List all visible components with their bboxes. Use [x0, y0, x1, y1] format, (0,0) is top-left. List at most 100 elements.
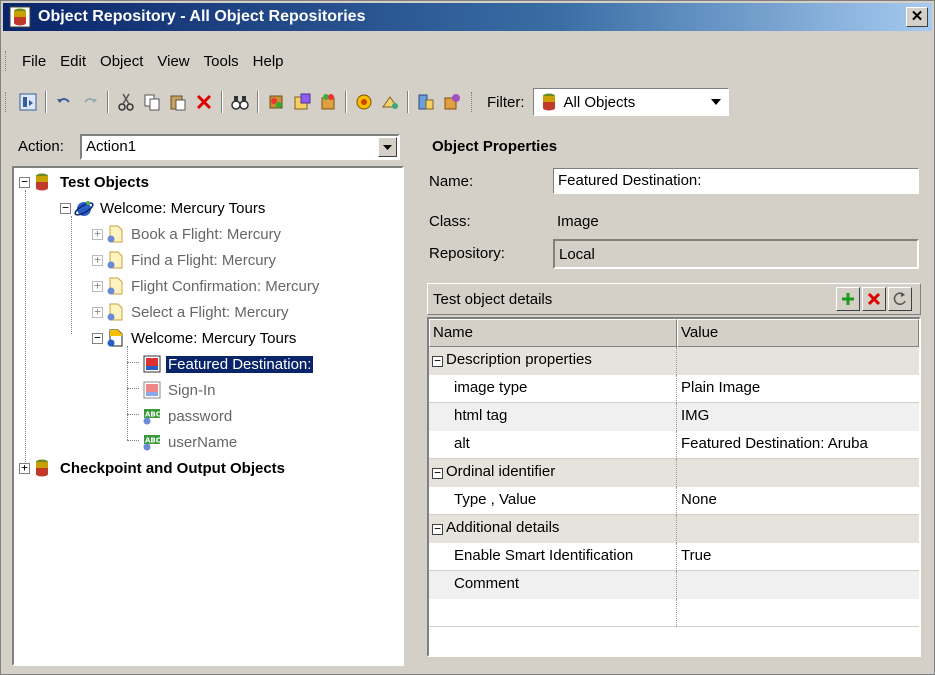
property-value[interactable]: Plain Image [677, 375, 919, 403]
tree-label: Welcome: Mercury Tours [100, 199, 266, 217]
menu-grip[interactable] [5, 51, 9, 71]
collapse-icon[interactable]: − [432, 355, 443, 367]
repository-icon [9, 6, 31, 28]
menu-view[interactable]: View [150, 53, 196, 70]
collapse-icon[interactable]: − [19, 176, 30, 188]
property-value[interactable] [677, 571, 919, 599]
action-label: Action: [18, 138, 64, 155]
highlight-button[interactable] [352, 90, 376, 114]
tree-node-image-selected[interactable]: Featured Destination: [142, 352, 315, 376]
tree-node-checkpoints[interactable]: + Checkpoint and Output Objects [19, 456, 287, 480]
refresh-icon [893, 292, 906, 305]
repository-field: Local [553, 239, 919, 269]
highlight-icon [356, 94, 372, 110]
page-icon [105, 250, 125, 270]
associate-button[interactable] [414, 90, 438, 114]
property-value[interactable]: True [677, 543, 919, 571]
grid-category-row[interactable]: − Ordinal identifier [429, 459, 919, 487]
collapse-icon[interactable]: − [432, 523, 443, 535]
filter-value: All Objects [563, 93, 636, 111]
reset-button[interactable] [888, 287, 912, 311]
action-dropdown[interactable]: Action1 [80, 134, 400, 160]
column-header-value[interactable]: Value [677, 319, 919, 347]
property-value[interactable]: IMG [677, 403, 919, 431]
cut-button[interactable] [114, 90, 138, 114]
page-icon [105, 302, 125, 322]
paste-button[interactable] [166, 90, 190, 114]
grid-category-row[interactable]: − Additional details [429, 515, 919, 543]
export-button[interactable] [440, 90, 464, 114]
redo-button[interactable] [78, 90, 102, 114]
expand-icon[interactable]: + [92, 254, 103, 266]
delete-button[interactable] [192, 90, 216, 114]
binoculars-icon [231, 96, 249, 110]
close-button[interactable]: ✕ [906, 7, 928, 27]
expand-icon[interactable]: + [92, 280, 103, 292]
grid-property-row[interactable]: Comment [429, 571, 919, 599]
delete-icon [867, 292, 881, 306]
property-value[interactable]: Featured Destination: Aruba [677, 431, 919, 459]
add-objects-button[interactable] [264, 90, 288, 114]
tree-label: Flight Confirmation: Mercury [131, 277, 320, 295]
properties-grid[interactable]: Name Value − Description properties image… [427, 317, 921, 657]
find-button[interactable] [228, 90, 252, 114]
svg-text:ABC: ABC [145, 411, 161, 419]
tree-node-page-welcome[interactable]: − Welcome: Mercury Tours [92, 326, 298, 350]
image-object-icon [142, 380, 162, 400]
toolbar-grip[interactable] [5, 92, 9, 112]
export-icon [444, 94, 460, 110]
copy-button[interactable] [140, 90, 164, 114]
object-tree[interactable]: − Test Objects − Welcome: Mercury Tours … [12, 166, 404, 666]
remove-property-button[interactable] [862, 287, 886, 311]
update-from-app-button[interactable] [290, 90, 314, 114]
tree-node-edit[interactable]: ABC password [142, 404, 234, 428]
undo-button[interactable] [52, 90, 76, 114]
property-name: html tag [429, 403, 677, 431]
expand-icon[interactable]: + [92, 228, 103, 240]
collapse-icon[interactable]: − [60, 202, 71, 214]
grid-property-row[interactable]: Enable Smart Identification True [429, 543, 919, 571]
name-field[interactable]: Featured Destination: [553, 168, 919, 194]
grid-property-row[interactable]: alt Featured Destination: Aruba [429, 431, 919, 459]
tree-node-image[interactable]: Sign-In [142, 378, 218, 402]
filter-dropdown[interactable]: All Objects [532, 88, 729, 116]
grid-category-row[interactable]: − Description properties [429, 347, 919, 375]
expand-icon[interactable]: + [92, 306, 103, 318]
tree-label: password [168, 407, 233, 425]
tree-node-browser[interactable]: − Welcome: Mercury Tours [60, 196, 267, 220]
toolbar-grip[interactable] [471, 92, 475, 112]
menu-tools[interactable]: Tools [197, 53, 246, 70]
title-bar[interactable]: Object Repository - All Object Repositor… [3, 3, 932, 31]
menu-edit[interactable]: Edit [53, 53, 93, 70]
action-value: Action1 [86, 138, 137, 155]
column-header-name[interactable]: Name [429, 319, 677, 347]
object-spy-button[interactable] [16, 90, 40, 114]
tree-node-page[interactable]: + Find a Flight: Mercury [92, 248, 278, 272]
grid-property-row[interactable]: html tag IMG [429, 403, 919, 431]
tree-node-page[interactable]: + Flight Confirmation: Mercury [92, 274, 321, 298]
property-value[interactable]: None [677, 487, 919, 515]
grid-header: Name Value [429, 319, 919, 347]
tree-connector [127, 346, 128, 440]
menu-file[interactable]: File [15, 53, 53, 70]
tree-node-page[interactable]: + Book a Flight: Mercury [92, 222, 283, 246]
tree-node-test-objects[interactable]: − Test Objects [19, 170, 151, 194]
define-object-button[interactable] [316, 90, 340, 114]
grid-property-row[interactable]: image type Plain Image [429, 375, 919, 403]
chevron-down-icon[interactable] [706, 92, 726, 112]
toolbar-separator [257, 91, 259, 113]
expand-icon[interactable]: + [19, 462, 30, 474]
menu-help[interactable]: Help [246, 53, 291, 70]
close-icon: ✕ [910, 8, 924, 25]
tree-label: Featured Destination: [164, 354, 315, 374]
collapse-icon[interactable]: − [432, 467, 443, 479]
toolbar-separator [345, 91, 347, 113]
menu-object[interactable]: Object [93, 53, 150, 70]
tree-node-page[interactable]: + Select a Flight: Mercury [92, 300, 291, 324]
chevron-down-icon[interactable] [378, 137, 397, 157]
tree-node-edit[interactable]: ABC userName [142, 430, 239, 454]
collapse-icon[interactable]: − [92, 332, 103, 344]
locate-button[interactable] [378, 90, 402, 114]
grid-property-row[interactable]: Type , Value None [429, 487, 919, 515]
add-property-button[interactable] [836, 287, 860, 311]
